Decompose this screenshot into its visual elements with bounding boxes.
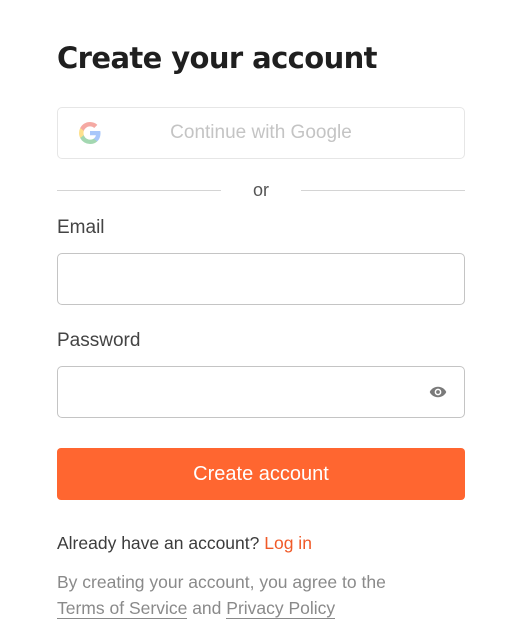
password-field[interactable]	[58, 367, 446, 417]
password-label: Password	[57, 330, 141, 351]
terms-conjunction: and	[192, 598, 222, 618]
password-field-wrapper[interactable]	[57, 366, 465, 418]
create-account-button[interactable]: Create account	[57, 448, 465, 500]
login-prompt-text: Already have an account?	[57, 533, 260, 553]
divider-text: or	[252, 180, 269, 200]
terms-prefix: By creating your account, you agree to t…	[57, 572, 386, 592]
login-prompt: Already have an account? Log in	[57, 531, 312, 555]
login-link[interactable]: Log in	[264, 533, 312, 553]
continue-with-google-button[interactable]: Continue with Google	[57, 107, 465, 159]
terms-notice: By creating your account, you agree to t…	[57, 569, 465, 621]
divider-line-left	[57, 190, 221, 191]
eye-icon[interactable]	[428, 383, 448, 401]
privacy-policy-link[interactable]: Privacy Policy	[226, 598, 336, 619]
email-field[interactable]	[58, 254, 446, 304]
continue-with-google-label: Continue with Google	[170, 122, 352, 143]
signup-form: Create your account Continue with Google…	[57, 36, 465, 619]
email-label: Email	[57, 217, 105, 238]
email-field-wrapper[interactable]	[57, 253, 465, 305]
page-title: Create your account	[57, 41, 378, 75]
or-divider: or	[57, 178, 465, 202]
terms-of-service-link[interactable]: Terms of Service	[57, 598, 188, 619]
divider-line-right	[301, 190, 465, 191]
